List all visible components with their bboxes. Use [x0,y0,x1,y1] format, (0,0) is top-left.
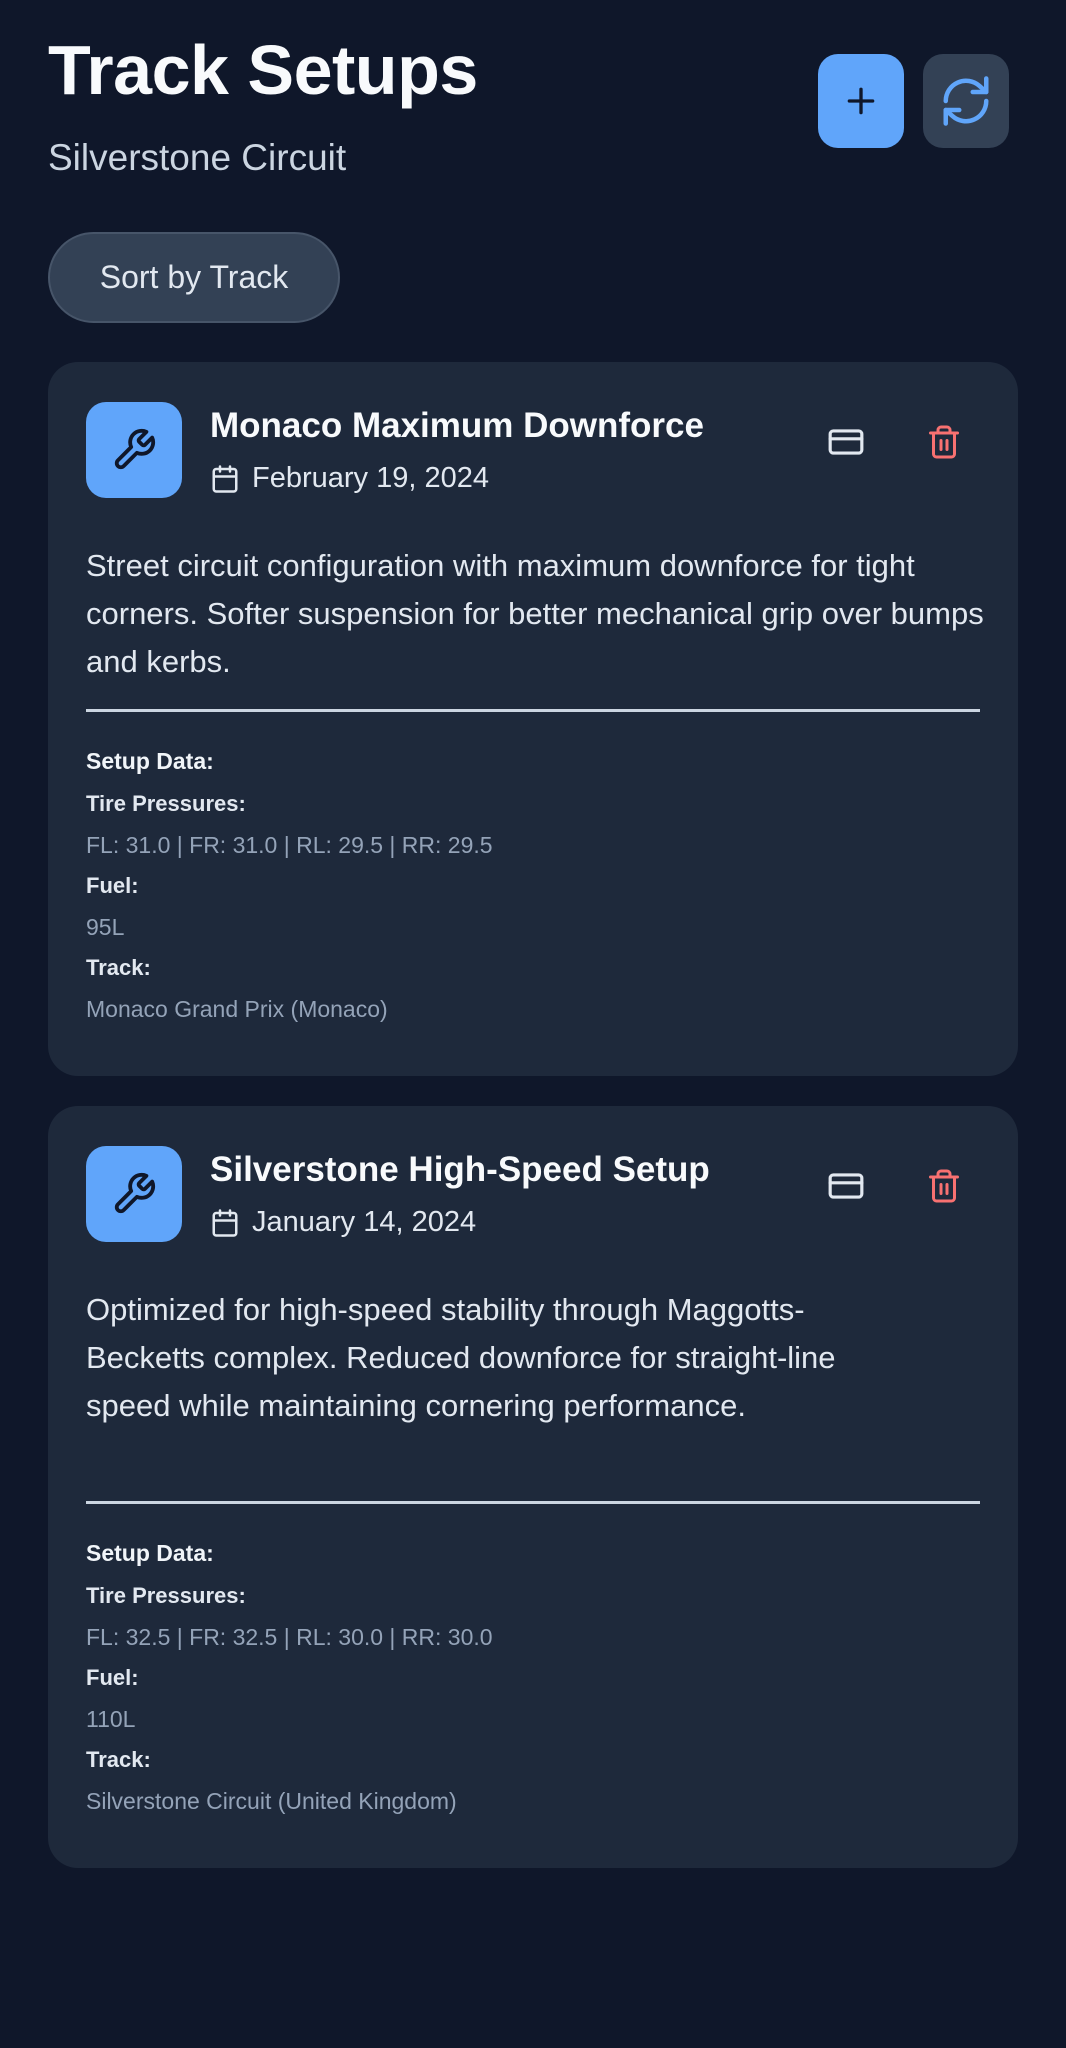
setup-card[interactable]: Silverstone High-Speed Setup January 14,… [48,1106,1018,1868]
sort-by-track-button[interactable]: Sort by Track [48,232,340,323]
setup-data-heading: Setup Data: [86,1540,214,1566]
setup-description: Optimized for high-speed stability throu… [86,1292,836,1423]
page-subtitle: Silverstone Circuit [48,137,347,178]
wrench-icon [114,1172,156,1214]
track-value: Silverstone Circuit (United Kingdom) [86,1788,457,1814]
refresh-icon [943,76,989,126]
card-icon [828,429,864,455]
divider [86,709,980,712]
divider [86,1501,980,1504]
edit-setup-button[interactable] [818,414,874,470]
refresh-button[interactable] [923,54,1009,148]
setup-date: February 19, 2024 [252,462,489,494]
wrench-icon [114,428,156,470]
delete-setup-button[interactable] [916,414,972,470]
edit-setup-button[interactable] [818,1158,874,1214]
fuel-value: 110L [86,1706,136,1732]
page-title: Track Setups [48,31,478,109]
plus-icon [847,87,875,115]
track-setups-page: Track Setups Silverstone Circuit Sort by… [0,0,1066,2048]
track-label: Track: [86,955,151,980]
setup-data: Setup Data: Tire Pressures: FL: 32.5 | F… [86,1530,493,1822]
setup-data: Setup Data: Tire Pressures: FL: 31.0 | F… [86,738,493,1030]
setup-description: Street circuit configuration with maximu… [86,548,984,679]
tire-pressures-value: FL: 31.0 | FR: 31.0 | RL: 29.5 | RR: 29.… [86,832,493,858]
add-setup-button[interactable] [818,54,904,148]
track-value: Monaco Grand Prix (Monaco) [86,996,388,1022]
setup-date-row: February 19, 2024 [210,462,489,495]
setup-data-heading: Setup Data: [86,748,214,774]
fuel-label: Fuel: [86,873,139,898]
setup-card[interactable]: Monaco Maximum Downforce February 19, 20… [48,362,1018,1076]
trash-icon [929,1169,959,1203]
setup-icon-tile [86,402,182,498]
delete-setup-button[interactable] [916,1158,972,1214]
tire-pressures-value: FL: 32.5 | FR: 32.5 | RL: 30.0 | RR: 30.… [86,1624,493,1650]
track-label: Track: [86,1747,151,1772]
setup-title: Silverstone High-Speed Setup [210,1150,710,1189]
fuel-label: Fuel: [86,1665,139,1690]
setup-title: Monaco Maximum Downforce [210,406,704,445]
trash-icon [929,425,959,459]
tire-pressures-label: Tire Pressures: [86,1583,246,1608]
setup-date: January 14, 2024 [252,1206,477,1238]
setup-date-row: January 14, 2024 [210,1206,476,1239]
tire-pressures-label: Tire Pressures: [86,791,246,816]
calendar-icon [212,464,238,493]
calendar-icon [212,1208,238,1237]
fuel-value: 95L [86,914,125,940]
setup-icon-tile [86,1146,182,1242]
card-icon [828,1173,864,1199]
